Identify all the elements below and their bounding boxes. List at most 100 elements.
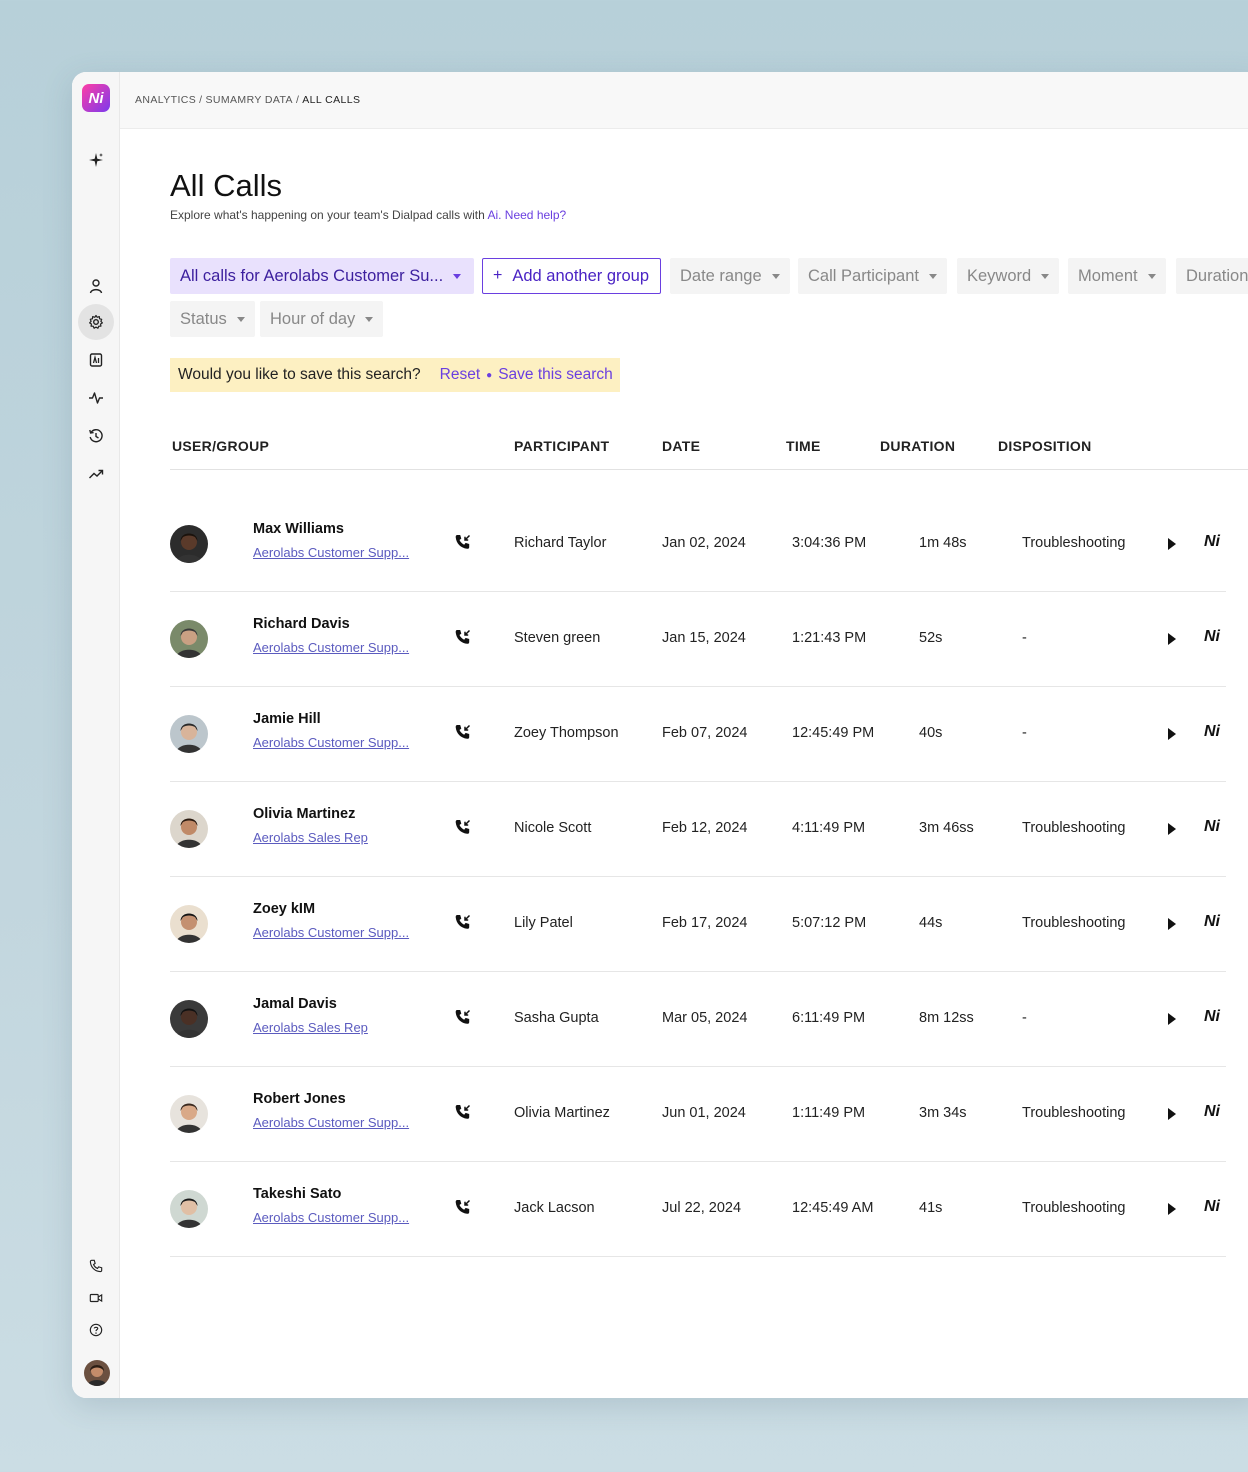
table-row[interactable]: Takeshi Sato Aerolabs Customer Supp... Jac…	[170, 1162, 1226, 1257]
user-icon[interactable]	[84, 274, 108, 298]
table-header: USER/GROUP PARTICIPANT DATE TIME DURATIO…	[170, 438, 1248, 470]
column-participant[interactable]: PARTICIPANT	[514, 438, 609, 454]
ai-book-icon[interactable]	[84, 348, 108, 372]
breadcrumb-analytics[interactable]: ANALYTICS	[135, 94, 196, 106]
play-icon[interactable]	[1168, 918, 1176, 930]
user-group-link[interactable]: Aerolabs Sales Rep	[253, 830, 368, 845]
date-range-label: Date range	[680, 266, 762, 285]
reset-link[interactable]: Reset	[440, 366, 481, 384]
duration-cell: 8m 12ss	[919, 1010, 974, 1026]
avatar	[170, 810, 208, 848]
user-name: Zoey kIM	[253, 901, 316, 917]
save-search-link[interactable]: Save this search	[498, 366, 613, 384]
avatar	[170, 620, 208, 658]
user-name: Takeshi Sato	[253, 1186, 342, 1202]
breadcrumb-summary-data[interactable]: SUMAMRY DATA	[206, 94, 293, 106]
table-row[interactable]: Max Williams Aerolabs Customer Supp... Ric…	[170, 497, 1226, 592]
play-icon[interactable]	[1168, 823, 1176, 835]
date-cell: Jun 01, 2024	[662, 1105, 746, 1121]
hour-of-day-filter[interactable]: Hour of day	[260, 301, 384, 337]
column-disposition[interactable]: DISPOSITION	[998, 438, 1092, 454]
group-filter-label: All calls for Aerolabs Customer Su...	[180, 266, 444, 285]
history-icon[interactable]	[84, 424, 108, 448]
play-icon[interactable]	[1168, 1108, 1176, 1120]
avatar	[170, 905, 208, 943]
sparkle-icon[interactable]	[84, 148, 108, 172]
plus-icon: +	[493, 267, 503, 284]
column-user-group[interactable]: USER/GROUP	[172, 438, 269, 454]
moment-filter[interactable]: Moment	[1068, 258, 1166, 294]
ai-recap-icon[interactable]: Ni	[1204, 723, 1220, 741]
table-row[interactable]: Richard Davis Aerolabs Customer Supp... St…	[170, 592, 1226, 687]
group-filter-dropdown[interactable]: All calls for Aerolabs Customer Su...	[170, 258, 474, 294]
activity-icon[interactable]	[84, 386, 108, 410]
help-icon[interactable]	[84, 1318, 108, 1342]
save-search-question: Would you like to save this search?	[178, 366, 421, 383]
date-range-filter[interactable]: Date range	[670, 258, 790, 294]
table-row[interactable]: Zoey kIM Aerolabs Customer Supp... Lily Pa…	[170, 877, 1226, 972]
need-help-link[interactable]: Need help?	[505, 208, 566, 222]
status-label: Status	[180, 309, 227, 328]
status-filter[interactable]: Status	[170, 301, 255, 337]
time-cell: 12:45:49 PM	[792, 725, 875, 741]
ai-recap-icon[interactable]: Ni	[1204, 1198, 1220, 1216]
duration-cell: 52s	[919, 630, 943, 646]
ai-link[interactable]: Ai.	[487, 208, 501, 222]
user-group-link[interactable]: Aerolabs Customer Supp...	[253, 640, 409, 655]
nav-rail: Ni	[72, 72, 120, 1398]
user-group-link[interactable]: Aerolabs Customer Supp...	[253, 545, 409, 560]
table-row[interactable]: Robert Jones Aerolabs Customer Supp... Oli…	[170, 1067, 1226, 1162]
user-name: Jamal Davis	[253, 996, 337, 1012]
keyword-filter[interactable]: Keyword	[957, 258, 1060, 294]
user-group-link[interactable]: Aerolabs Sales Rep	[253, 1020, 368, 1035]
play-icon[interactable]	[1168, 538, 1176, 550]
column-date[interactable]: DATE	[662, 438, 700, 454]
table-row[interactable]: Jamal Davis Aerolabs Sales Rep Sasha Gupta…	[170, 972, 1226, 1067]
add-group-button[interactable]: + Add another group	[482, 258, 661, 294]
table-row[interactable]: Jamie Hill Aerolabs Customer Supp... Zoey …	[170, 687, 1226, 782]
user-name: Richard Davis	[253, 616, 350, 632]
call-direction-icon	[454, 1198, 472, 1216]
settings-gear-icon[interactable]	[78, 304, 114, 340]
disposition-cell: -	[1022, 630, 1027, 646]
ai-recap-icon[interactable]: Ni	[1204, 533, 1220, 551]
disposition-cell: Troubleshooting	[1022, 1105, 1126, 1121]
user-group-link[interactable]: Aerolabs Customer Supp...	[253, 1210, 409, 1225]
separator-dot: ●	[486, 369, 493, 381]
column-time[interactable]: TIME	[786, 438, 821, 454]
user-group-link[interactable]: Aerolabs Customer Supp...	[253, 1115, 409, 1130]
table-row[interactable]: Olivia Martinez Aerolabs Sales Rep Nicole …	[170, 782, 1226, 877]
add-group-label: Add another group	[512, 266, 650, 285]
call-participant-filter[interactable]: Call Participant	[798, 258, 947, 294]
duration-label: Duration	[1186, 266, 1248, 285]
breadcrumb-separator: /	[295, 94, 300, 106]
phone-icon[interactable]	[84, 1254, 108, 1278]
app-logo[interactable]: Ni	[82, 84, 110, 112]
avatar	[170, 1000, 208, 1038]
video-icon[interactable]	[84, 1286, 108, 1310]
ai-recap-icon[interactable]: Ni	[1204, 628, 1220, 646]
ai-recap-icon[interactable]: Ni	[1204, 913, 1220, 931]
user-group-link[interactable]: Aerolabs Customer Supp...	[253, 925, 409, 940]
ai-recap-icon[interactable]: Ni	[1204, 1008, 1220, 1026]
date-cell: Feb 17, 2024	[662, 915, 748, 931]
time-cell: 1:21:43 PM	[792, 630, 867, 646]
ai-recap-icon[interactable]: Ni	[1204, 1103, 1220, 1121]
page-title: All Calls	[170, 168, 282, 203]
duration-cell: 41s	[919, 1200, 943, 1216]
play-icon[interactable]	[1168, 633, 1176, 645]
play-icon[interactable]	[1168, 1013, 1176, 1025]
ai-recap-icon[interactable]: Ni	[1204, 818, 1220, 836]
duration-cell: 1m 48s	[919, 535, 967, 551]
duration-cell: 40s	[919, 725, 943, 741]
current-user-avatar[interactable]	[84, 1360, 110, 1386]
play-icon[interactable]	[1168, 1203, 1176, 1215]
time-cell: 6:11:49 PM	[792, 1010, 866, 1026]
column-duration[interactable]: DURATION	[880, 438, 955, 454]
user-group-link[interactable]: Aerolabs Customer Supp...	[253, 735, 409, 750]
trending-up-icon[interactable]	[84, 462, 108, 486]
call-participant-label: Call Participant	[808, 266, 919, 285]
play-icon[interactable]	[1168, 728, 1176, 740]
duration-filter[interactable]: Duration	[1176, 258, 1248, 294]
moment-label: Moment	[1078, 266, 1138, 285]
